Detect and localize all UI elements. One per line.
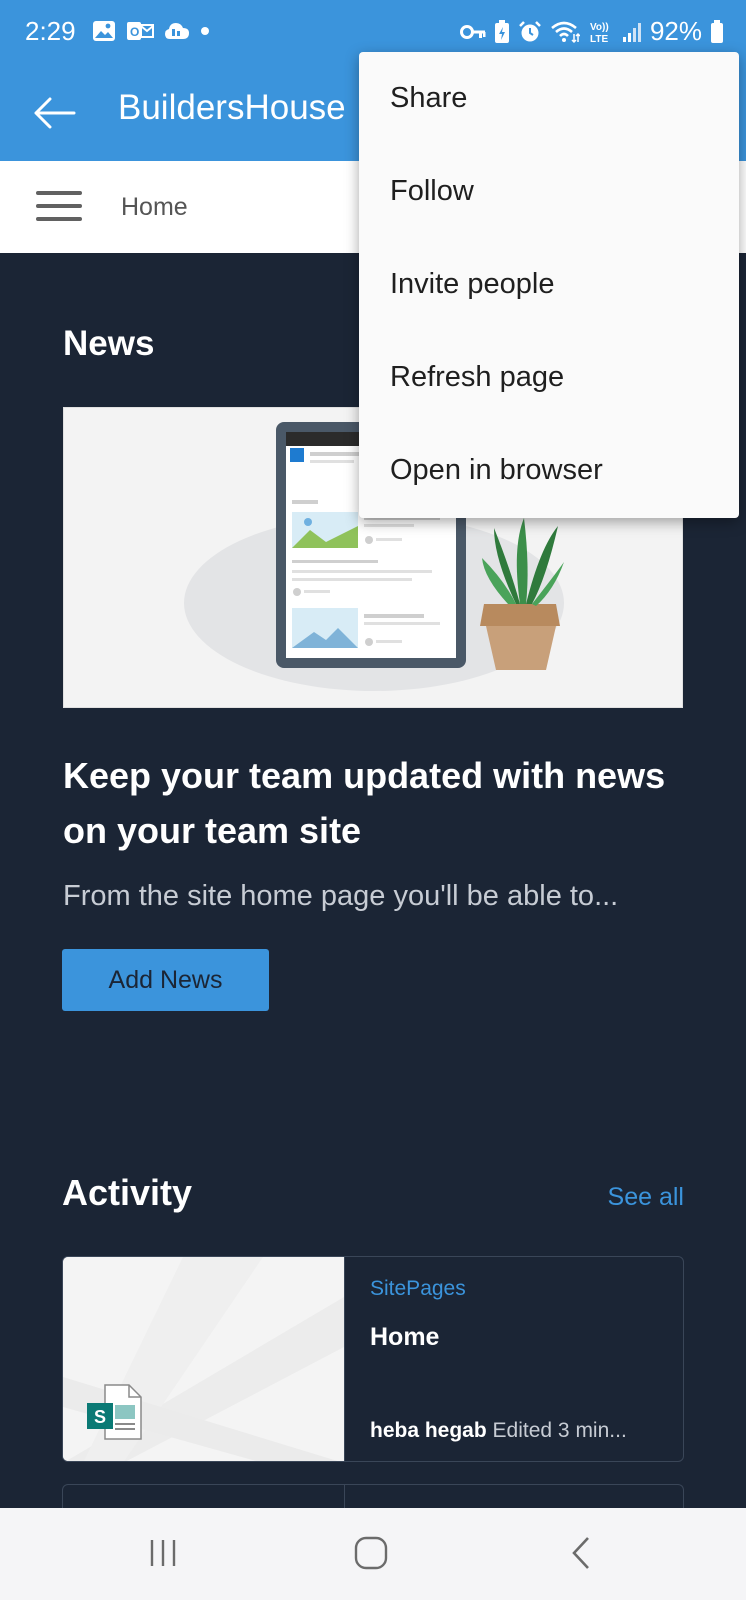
home-button[interactable]: [341, 1528, 401, 1578]
dot-icon: [200, 26, 210, 36]
image-icon: [92, 20, 116, 42]
back-button[interactable]: [30, 88, 80, 138]
volte-icon: Vo)) LTE: [588, 19, 614, 45]
svg-text:Vo)): Vo)): [590, 22, 609, 33]
activity-section-title: Activity: [62, 1172, 193, 1213]
card-author: heba hegab: [370, 1419, 487, 1442]
card-thumbnail: S: [63, 1257, 344, 1461]
menu-item-follow[interactable]: Follow: [359, 145, 739, 238]
card-edited: Edited 3 min...: [492, 1419, 627, 1442]
card-meta: heba hegab Edited 3 min...: [370, 1419, 627, 1443]
card-title[interactable]: Home: [370, 1323, 439, 1352]
overflow-menu: Share Follow Invite people Refresh page …: [359, 52, 739, 518]
cloud-icon: [164, 21, 190, 41]
svg-text:LTE: LTE: [590, 34, 608, 45]
recent-apps-icon: [150, 1540, 176, 1566]
card-body: SitePages Home heba hegab Edited 3 min..…: [344, 1257, 683, 1461]
menu-item-invite-people[interactable]: Invite people: [359, 238, 739, 331]
see-all-link[interactable]: See all: [608, 1183, 684, 1212]
status-time: 2:29: [25, 16, 76, 46]
alarm-icon: [518, 20, 542, 44]
battery-icon: [710, 19, 724, 44]
news-headline: Keep your team updated with news on your…: [63, 755, 666, 851]
activity-card[interactable]: S SitePages Home heba hegab Edited 3 min…: [62, 1256, 684, 1462]
chevron-left-icon: [572, 1537, 589, 1569]
svg-text:S: S: [94, 1407, 106, 1427]
battery-percent: 92%: [649, 16, 702, 46]
home-circle-icon: [354, 1536, 388, 1570]
add-news-button[interactable]: Add News: [62, 949, 269, 1011]
svg-text:O: O: [130, 25, 139, 39]
arrow-left-icon: [34, 97, 76, 129]
system-nav-bar: [0, 1508, 746, 1600]
recent-apps-button[interactable]: [133, 1528, 193, 1578]
back-nav-button[interactable]: [551, 1528, 611, 1578]
news-section-title: News: [63, 324, 155, 363]
news-description: From the site home page you'll be able t…: [63, 880, 619, 912]
outlook-icon: O: [126, 20, 154, 42]
card-source[interactable]: SitePages: [370, 1277, 466, 1301]
status-right-icons: Vo)) LTE 92%: [459, 16, 724, 47]
battery-saver-icon: [494, 19, 510, 44]
wifi-icon: [550, 20, 580, 44]
menu-icon[interactable]: [36, 191, 82, 223]
nav-home-link[interactable]: Home: [121, 193, 188, 222]
key-icon: [459, 24, 486, 40]
menu-item-share[interactable]: Share: [359, 52, 739, 145]
site-title: BuildersHouse: [118, 88, 346, 127]
menu-item-open-in-browser[interactable]: Open in browser: [359, 424, 739, 517]
status-left-icons: O: [92, 20, 210, 42]
signal-icon: [622, 21, 642, 43]
menu-item-refresh-page[interactable]: Refresh page: [359, 331, 739, 424]
